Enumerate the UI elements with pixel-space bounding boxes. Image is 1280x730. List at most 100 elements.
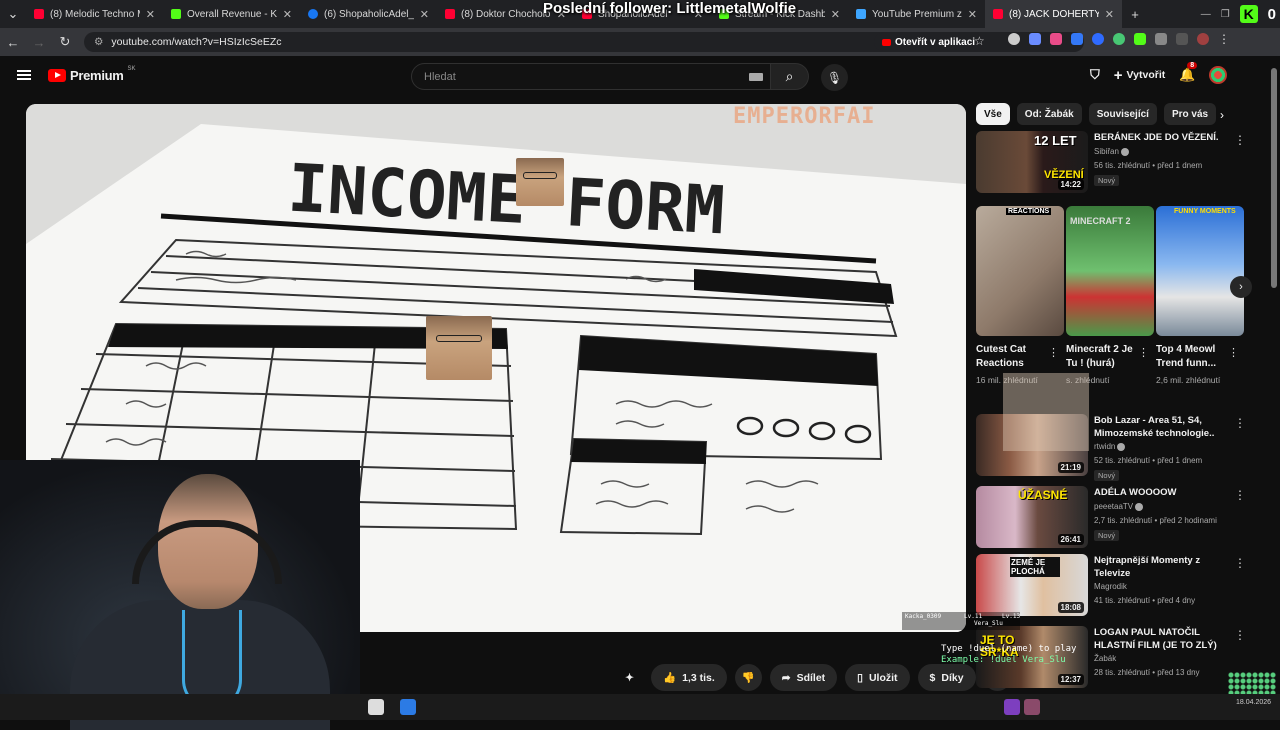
tab-2[interactable]: (6) ShopaholicAdel_bizar✕ <box>300 0 437 28</box>
more-icon[interactable]: ⋮ <box>1228 346 1239 359</box>
extension-icon[interactable] <box>1113 33 1125 45</box>
more-icon[interactable]: ⋮ <box>1234 628 1246 642</box>
tab-search-icon[interactable]: ⌄ <box>0 0 26 28</box>
kick-icon <box>171 9 181 19</box>
short-thumbnail[interactable]: FUNNY MOMENTS <box>1156 206 1244 336</box>
thanks-icon: $ <box>929 671 936 684</box>
short-thumbnail[interactable]: REACTIONS <box>976 206 1064 336</box>
app-icon[interactable] <box>400 699 416 715</box>
menu-icon[interactable] <box>17 70 31 80</box>
extension-icon[interactable] <box>1050 33 1062 45</box>
mic-icon: 🎙 <box>826 70 843 85</box>
restore-icon[interactable]: ❐ <box>1221 9 1230 20</box>
recommendation-item[interactable]: ÚŽASNÉ 26:41 ADÉLA WOOOOW peeetaaTV 2,7 t… <box>976 486 1266 550</box>
verified-icon <box>1135 502 1144 511</box>
recommendation-item[interactable]: ZEMĚ JE PLOCHÁ 18:08 Nejtrapnější Momenty… <box>976 554 1266 618</box>
more-icon[interactable]: ⋮ <box>1138 346 1149 359</box>
filter-chips: Vše Od: Žabák Související Pro vás <box>976 103 1217 125</box>
create-button[interactable]: + Vytvořit <box>1114 67 1165 84</box>
more-icon[interactable]: ⋮ <box>1234 416 1246 430</box>
facebook-icon <box>308 9 318 19</box>
video-thumbnail[interactable]: ÚŽASNÉ 26:41 <box>976 486 1088 548</box>
extension-icon[interactable] <box>1071 33 1083 45</box>
close-icon[interactable]: ✕ <box>968 8 977 21</box>
extension-icon[interactable] <box>1008 33 1020 45</box>
chip-from-channel[interactable]: Od: Žabák <box>1016 103 1082 125</box>
media-icon[interactable] <box>1176 33 1188 45</box>
close-icon[interactable]: ✕ <box>146 8 155 21</box>
tab-0[interactable]: (8) Melodic Techno Mix 20✕ <box>26 0 163 28</box>
taskbar-clock: 18.04.2026 <box>1236 699 1272 706</box>
site-info-icon[interactable]: ⚙ <box>94 36 103 48</box>
youtube-icon <box>34 9 44 19</box>
avatar[interactable] <box>1209 66 1228 84</box>
video-thumbnail[interactable]: 12 LET VĚZENÍ 14:22 <box>976 131 1088 193</box>
tab-1[interactable]: Overall Revenue - Kick Da✕ <box>163 0 300 28</box>
sidebar-scrollbar[interactable] <box>1270 68 1278 708</box>
chip-related[interactable]: Související <box>1088 103 1157 125</box>
tab-6[interactable]: YouTube Premium zisky p✕ <box>848 0 985 28</box>
chevron-right-icon[interactable]: › <box>1220 108 1224 122</box>
more-icon[interactable]: ⋮ <box>1234 556 1246 570</box>
share-button[interactable]: ➦ Sdílet <box>769 664 838 691</box>
search-button[interactable]: ⌕ <box>771 63 809 90</box>
save-button[interactable]: ▯ Uložit <box>845 664 910 691</box>
thumbs-down-icon: 👎 <box>741 672 755 684</box>
app-icon[interactable] <box>368 699 384 715</box>
forward-icon[interactable]: → <box>26 28 52 56</box>
voice-search-button[interactable]: 🎙 <box>821 64 848 91</box>
close-icon[interactable]: ✕ <box>420 8 429 21</box>
verified-icon <box>1117 442 1126 451</box>
youtube-premium-logo[interactable]: Premium SK <box>48 66 136 83</box>
chip-for-you[interactable]: Pro vás <box>1163 103 1217 125</box>
video-actions: ✦ 👍1,3 tis. 👎 ➦Sdílet ▯Uložit $Díky ⋯ <box>616 664 1011 691</box>
tab-7[interactable]: (8) JACK DOHERTY JE V T✕ <box>985 0 1122 28</box>
streamer-webcam <box>0 460 360 730</box>
extension-icon[interactable] <box>1134 33 1146 45</box>
back-icon[interactable]: ← <box>0 28 26 56</box>
thanks-button[interactable]: $ Díky <box>917 664 976 691</box>
headphones-image <box>132 520 282 584</box>
more-icon[interactable]: ⋮ <box>1234 133 1246 147</box>
close-icon[interactable]: ✕ <box>1105 8 1114 21</box>
recommendation-item[interactable]: 12 LET VĚZENÍ 14:22 BERÁNEK JDE DO VĚZEN… <box>976 131 1266 195</box>
video-thumbnail[interactable]: ZEMĚ JE PLOCHÁ 18:08 <box>976 554 1088 616</box>
more-icon[interactable]: ⋮ <box>1234 488 1246 502</box>
extension-icon[interactable] <box>1092 33 1104 45</box>
reload-icon[interactable]: ↻ <box>52 28 78 56</box>
cast-icon[interactable]: ⛉ <box>1090 67 1100 83</box>
minimize-icon[interactable]: — <box>1201 9 1211 20</box>
premium-icon-button[interactable]: ✦ <box>616 664 643 691</box>
extension-icon[interactable] <box>1029 33 1041 45</box>
bookmark-icon: ▯ <box>857 671 863 684</box>
close-icon[interactable]: ✕ <box>831 8 840 21</box>
close-icon[interactable]: ✕ <box>283 8 292 21</box>
chevron-right-icon[interactable]: › <box>1230 276 1252 298</box>
short-thumbnail[interactable]: MINECRAFT 2 <box>1066 206 1154 336</box>
open-in-app-button[interactable]: Otevřít v aplikaci <box>874 33 984 51</box>
search-input[interactable]: Hledat <box>411 63 771 90</box>
notifications-button[interactable]: 🔔 8 <box>1179 62 1198 83</box>
scrollbar-thumb[interactable] <box>1271 68 1277 288</box>
bookmark-star-icon[interactable]: ☆ <box>974 34 985 48</box>
chip-all[interactable]: Vše <box>976 103 1010 125</box>
plus-icon: + <box>1113 66 1123 84</box>
duel-command-overlay: Type !duel (name) to play Example: !duel… <box>941 644 1077 665</box>
overlay-face-image <box>1003 373 1089 451</box>
duel-game-overlay: Kacka_0309 Lv.11 Vera_Slu Lv.13 <box>902 612 1020 630</box>
profile-icon[interactable] <box>1197 33 1209 45</box>
dislike-button[interactable]: 👎 <box>734 664 762 691</box>
thumbs-up-icon: 👍 <box>663 672 677 684</box>
more-icon[interactable]: ⋮ <box>1048 346 1059 359</box>
youtube-icon <box>856 9 866 19</box>
follower-banner: Poslední follower: LittlemetalWolfie <box>543 0 797 17</box>
keyboard-icon[interactable] <box>749 73 763 81</box>
app-icon[interactable] <box>1024 699 1040 715</box>
puzzle-icon[interactable] <box>1155 33 1167 45</box>
more-icon[interactable]: ⋮ <box>1218 33 1230 45</box>
kick-counter: 0 <box>1267 5 1276 23</box>
new-tab-icon[interactable]: + <box>1122 0 1148 28</box>
app-icon[interactable] <box>1004 699 1020 715</box>
youtube-icon <box>445 9 455 19</box>
like-button[interactable]: 👍 1,3 tis. <box>651 664 727 691</box>
